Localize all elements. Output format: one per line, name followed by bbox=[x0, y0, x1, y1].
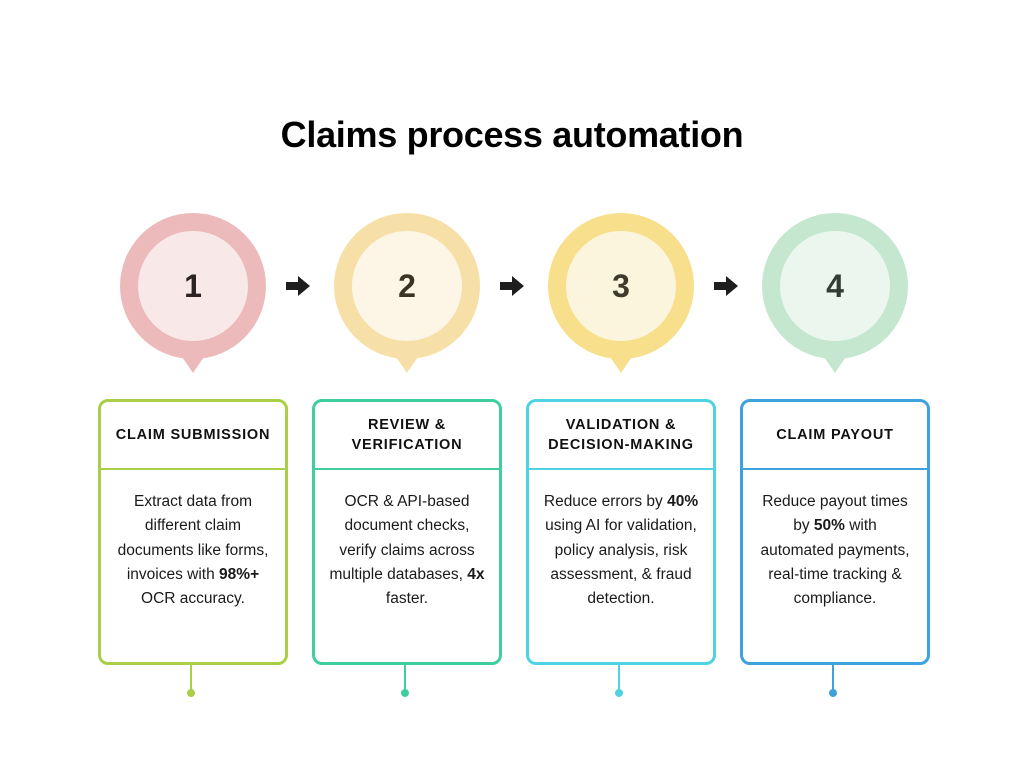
highlight-stat: 4x bbox=[467, 565, 485, 583]
step-description: Reduce errors by 40% using AI for valida… bbox=[529, 470, 713, 611]
step-marker: 2 bbox=[334, 213, 480, 373]
description-text: faster. bbox=[385, 590, 429, 608]
description-text: OCR & API-based document checks, verify … bbox=[329, 493, 475, 583]
step-description: Extract data from different claim docume… bbox=[101, 470, 285, 611]
step-card: CLAIM PAYOUT Reduce payout times by 50% … bbox=[740, 399, 930, 665]
right-arrow-icon bbox=[714, 276, 738, 296]
step-description: Reduce payout times by 50% with automate… bbox=[743, 470, 927, 611]
connector-dot bbox=[401, 689, 409, 697]
step-number: 2 bbox=[352, 231, 462, 341]
step-heading: REVIEW & VERIFICATION bbox=[315, 402, 499, 470]
connector-line bbox=[832, 663, 834, 691]
highlight-stat: 40% bbox=[667, 493, 699, 510]
page-title: Claims process automation bbox=[280, 114, 744, 155]
highlight-stat: 98%+ bbox=[219, 565, 260, 583]
right-arrow-icon bbox=[286, 276, 310, 296]
step-number: 1 bbox=[138, 231, 248, 341]
description-text: Reduce errors by bbox=[543, 493, 668, 510]
right-arrow-icon bbox=[500, 276, 524, 296]
connector-dot bbox=[615, 689, 623, 697]
step-heading: CLAIM PAYOUT bbox=[743, 402, 927, 470]
step-number: 3 bbox=[566, 231, 676, 341]
step-description: OCR & API-based document checks, verify … bbox=[315, 470, 499, 611]
step-marker: 4 bbox=[762, 213, 908, 373]
connector-dot bbox=[187, 689, 195, 697]
highlight-stat: 50% bbox=[813, 517, 845, 535]
step-heading: VALIDATION & DECISION-MAKING bbox=[529, 402, 713, 470]
step-marker: 3 bbox=[548, 213, 694, 373]
description-text: using AI for validation, policy analysis… bbox=[545, 517, 697, 608]
connector-line bbox=[190, 663, 192, 691]
step-marker: 1 bbox=[120, 213, 266, 373]
connector-dot bbox=[829, 689, 837, 697]
step-number: 4 bbox=[780, 231, 890, 341]
connector-line bbox=[618, 663, 620, 691]
step-heading: CLAIM SUBMISSION bbox=[101, 402, 285, 470]
connector-line bbox=[404, 663, 406, 691]
step-card: REVIEW & VERIFICATION OCR & API-based do… bbox=[312, 399, 502, 665]
step-card: VALIDATION & DECISION-MAKING Reduce erro… bbox=[526, 399, 716, 665]
step-card: CLAIM SUBMISSION Extract data from diffe… bbox=[98, 399, 288, 665]
description-text: OCR accuracy. bbox=[141, 590, 245, 608]
